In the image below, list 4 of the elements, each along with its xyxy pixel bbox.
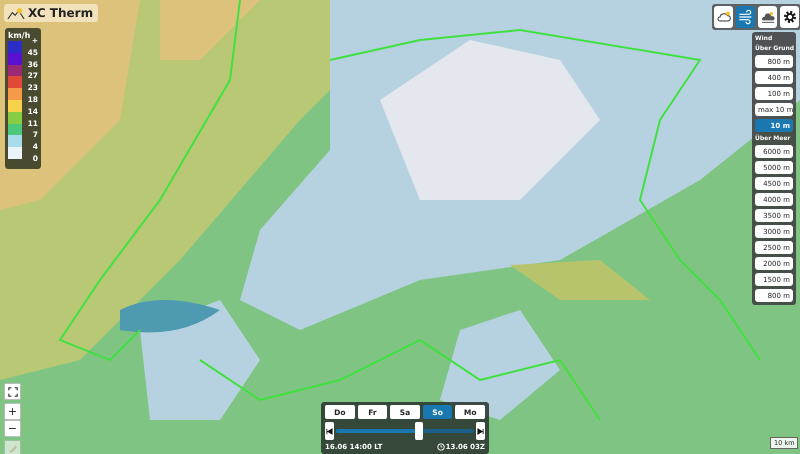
legend-unit: km/h bbox=[8, 31, 32, 40]
zoom-out-button[interactable]: − bbox=[4, 420, 21, 437]
app-title: XC Therm bbox=[28, 6, 94, 20]
zoom-in-button[interactable]: + bbox=[4, 403, 21, 420]
